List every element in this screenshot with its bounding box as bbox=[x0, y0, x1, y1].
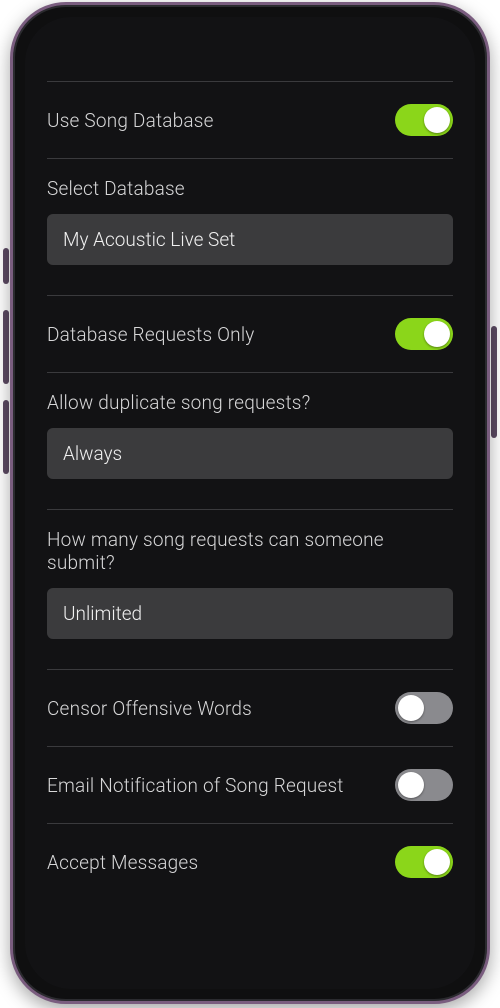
phone-side-button bbox=[491, 326, 497, 438]
row-accept-messages: Accept Messages bbox=[47, 842, 453, 882]
use-song-database-toggle[interactable] bbox=[395, 104, 453, 136]
database-requests-only-toggle[interactable] bbox=[395, 318, 453, 350]
row-database-requests-only: Database Requests Only bbox=[47, 314, 453, 354]
row-use-song-database: Use Song Database bbox=[47, 100, 453, 140]
select-database-value: My Acoustic Live Set bbox=[63, 228, 235, 251]
allow-duplicates-value: Always bbox=[63, 442, 122, 465]
toggle-knob bbox=[424, 849, 450, 875]
database-requests-only-label: Database Requests Only bbox=[47, 323, 255, 346]
phone-side-button bbox=[3, 310, 9, 384]
accept-messages-toggle[interactable] bbox=[395, 846, 453, 878]
phone-frame: Use Song Database Select Database My Aco… bbox=[10, 2, 490, 1004]
allow-duplicates-field[interactable]: Always bbox=[47, 428, 453, 479]
use-song-database-label: Use Song Database bbox=[47, 109, 214, 132]
censor-offensive-words-label: Censor Offensive Words bbox=[47, 697, 252, 720]
request-limit-field[interactable]: Unlimited bbox=[47, 588, 453, 639]
request-limit-label: How many song requests can someone submi… bbox=[47, 528, 384, 574]
screen: Use Song Database Select Database My Aco… bbox=[25, 17, 475, 989]
select-database-field[interactable]: My Acoustic Live Set bbox=[47, 214, 453, 265]
row-censor-offensive-words: Censor Offensive Words bbox=[47, 688, 453, 728]
accept-messages-label: Accept Messages bbox=[47, 851, 198, 874]
toggle-knob bbox=[424, 321, 450, 347]
allow-duplicates-label: Allow duplicate song requests? bbox=[47, 391, 310, 414]
toggle-knob bbox=[398, 772, 424, 798]
request-limit-value: Unlimited bbox=[63, 602, 142, 625]
email-notification-label: Email Notification of Song Request bbox=[47, 774, 344, 797]
toggle-knob bbox=[424, 107, 450, 133]
email-notification-toggle[interactable] bbox=[395, 769, 453, 801]
phone-side-button bbox=[3, 248, 9, 284]
phone-side-button bbox=[3, 400, 9, 474]
censor-offensive-words-toggle[interactable] bbox=[395, 692, 453, 724]
select-database-label: Select Database bbox=[47, 177, 185, 200]
toggle-knob bbox=[398, 695, 424, 721]
row-email-notification: Email Notification of Song Request bbox=[47, 765, 453, 805]
